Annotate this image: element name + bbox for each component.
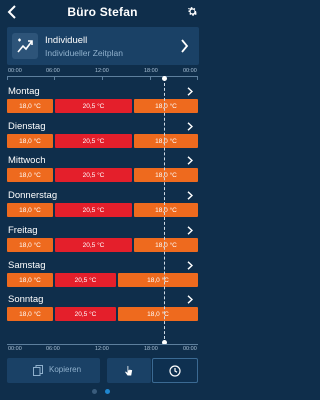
chevron-right-icon[interactable] (187, 261, 193, 270)
chevron-right-icon[interactable] (187, 295, 193, 304)
gear-icon[interactable] (186, 5, 199, 18)
bottom-action-bar: Kopieren (0, 358, 205, 384)
tick-label: 12:00 (95, 346, 109, 352)
tick-label: 18:00 (144, 68, 158, 74)
chevron-right-icon[interactable] (187, 87, 193, 96)
copy-button[interactable]: Kopieren (7, 358, 100, 383)
schedule-bar[interactable]: 18,0 °C 20,5 °C 18,0 °C (7, 203, 198, 217)
copy-icon (33, 365, 43, 376)
timeline-tick (197, 76, 198, 80)
day-label: Mittwoch (8, 155, 46, 166)
manual-mode-button[interactable] (107, 358, 151, 383)
day-label: Montag (8, 86, 40, 97)
temperature-segment[interactable]: 18,0 °C (134, 203, 198, 217)
schedule-bar[interactable]: 18,0 °C 20,5 °C 18,0 °C (7, 168, 198, 182)
day-label: Dienstag (8, 121, 46, 132)
day-label: Sonntag (8, 294, 44, 305)
copy-label: Kopieren (49, 365, 82, 374)
chevron-right-icon[interactable] (187, 226, 193, 235)
temperature-segment[interactable]: 18,0 °C (134, 168, 198, 182)
tick-label: 06:00 (46, 68, 60, 74)
day-row[interactable]: Mittwoch 18,0 °C 20,5 °C 18,0 °C (0, 155, 205, 189)
timeline-tick (102, 76, 103, 80)
tick-label: 00:00 (8, 68, 22, 74)
timeline-tick (54, 76, 55, 80)
schedule-subtitle: Individueller Zeitplan (45, 48, 123, 58)
temperature-segment[interactable]: 18,0 °C (134, 134, 198, 148)
tick-label: 18:00 (144, 346, 158, 352)
tick-label: 00:00 (183, 346, 197, 352)
temperature-segment[interactable]: 20,5 °C (55, 99, 132, 113)
timeline-bottom: 00:00 06:00 12:00 18:00 00:00 (7, 341, 198, 355)
schedule-bar[interactable]: 18,0 °C 20,5 °C 18,0 °C (7, 99, 198, 113)
temperature-segment[interactable]: 20,5 °C (55, 203, 132, 217)
tick-label: 00:00 (183, 68, 197, 74)
day-row[interactable]: Freitag 18,0 °C 20,5 °C 18,0 °C (0, 225, 205, 259)
schedule-bar[interactable]: 18,0 °C 20,5 °C 18,0 °C (7, 273, 198, 287)
tick-label: 00:00 (8, 346, 22, 352)
temperature-segment[interactable]: 18,0 °C (7, 99, 53, 113)
schedule-bar[interactable]: 18,0 °C 20,5 °C 18,0 °C (7, 307, 198, 321)
current-time-dot (162, 76, 167, 81)
page-dot[interactable] (92, 389, 97, 394)
day-label: Freitag (8, 225, 38, 236)
temperature-segment[interactable]: 20,5 °C (55, 134, 132, 148)
timeline-tick (150, 76, 151, 80)
page-indicator (92, 389, 114, 395)
day-row[interactable]: Montag 18,0 °C 20,5 °C 18,0 °C (0, 86, 205, 120)
day-row[interactable]: Samstag 18,0 °C 20,5 °C 18,0 °C (0, 260, 205, 294)
temperature-segment[interactable]: 18,0 °C (7, 134, 53, 148)
chevron-right-icon[interactable] (187, 156, 193, 165)
page-title: Büro Stefan (67, 5, 138, 19)
day-label: Donnerstag (8, 190, 58, 201)
timeline-tick (7, 76, 8, 80)
schedule-name: Individuell (45, 35, 88, 46)
schedule-bar[interactable]: 18,0 °C 20,5 °C 18,0 °C (7, 238, 198, 252)
current-time-line (164, 78, 165, 344)
day-row[interactable]: Dienstag 18,0 °C 20,5 °C 18,0 °C (0, 121, 205, 155)
tick-label: 12:00 (95, 68, 109, 74)
temperature-segment[interactable]: 18,0 °C (118, 307, 198, 321)
chevron-right-icon (181, 39, 189, 53)
schedule-mode-button[interactable] (152, 358, 198, 383)
temperature-segment[interactable]: 18,0 °C (7, 203, 53, 217)
temperature-segment[interactable]: 18,0 °C (118, 273, 198, 287)
temperature-segment[interactable]: 20,5 °C (55, 307, 116, 321)
temperature-segment[interactable]: 18,0 °C (7, 238, 53, 252)
page-dot-active[interactable] (105, 389, 110, 394)
clock-icon (169, 364, 181, 377)
temperature-segment[interactable]: 18,0 °C (134, 238, 198, 252)
schedule-bar[interactable]: 18,0 °C 20,5 °C 18,0 °C (7, 134, 198, 148)
custom-schedule-icon (12, 33, 38, 59)
temperature-segment[interactable]: 20,5 °C (55, 168, 132, 182)
temperature-segment[interactable]: 20,5 °C (55, 273, 116, 287)
chevron-right-icon[interactable] (187, 191, 193, 200)
schedule-selector[interactable]: Individuell Individueller Zeitplan (7, 27, 199, 65)
day-label: Samstag (8, 260, 46, 271)
temperature-segment[interactable]: 20,5 °C (55, 238, 132, 252)
header: Büro Stefan (0, 0, 205, 24)
temperature-segment[interactable]: 18,0 °C (7, 273, 53, 287)
day-row[interactable]: Donnerstag 18,0 °C 20,5 °C 18,0 °C (0, 190, 205, 224)
temperature-segment[interactable]: 18,0 °C (7, 307, 53, 321)
day-row[interactable]: Sonntag 18,0 °C 20,5 °C 18,0 °C (0, 294, 205, 328)
hand-pointer-icon (125, 365, 133, 375)
timeline-axis (7, 344, 198, 345)
tick-label: 06:00 (46, 346, 60, 352)
chevron-right-icon[interactable] (187, 122, 193, 131)
timeline-top: 00:00 06:00 12:00 18:00 00:00 (7, 67, 198, 81)
temperature-segment[interactable]: 18,0 °C (7, 168, 53, 182)
temperature-segment[interactable]: 18,0 °C (134, 99, 198, 113)
